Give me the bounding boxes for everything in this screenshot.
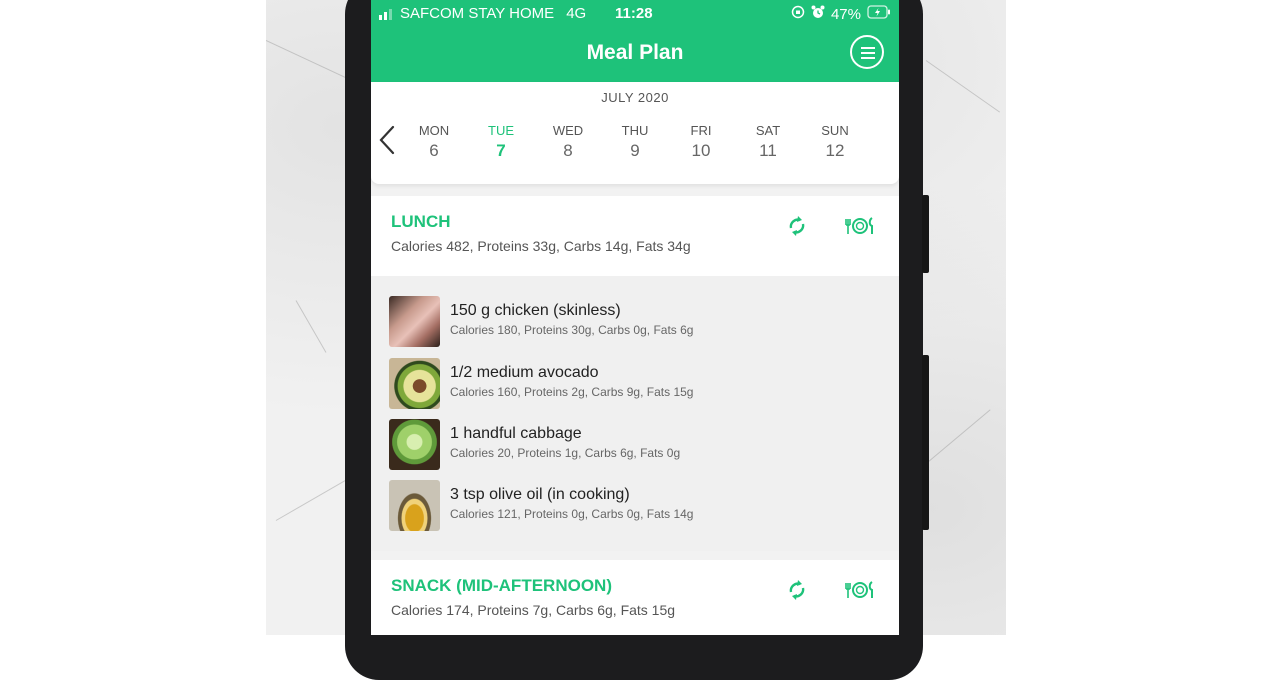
meal-title: LUNCH <box>391 212 451 231</box>
month-label: JULY 2020 <box>601 90 669 105</box>
day-date: 8 <box>563 141 573 160</box>
list-item[interactable]: 1 handful cabbage Calories 20, Proteins … <box>389 419 889 471</box>
refresh-icon[interactable] <box>781 574 813 606</box>
list-item[interactable]: 1/2 medium avocado Calories 160, Protein… <box>389 358 889 410</box>
refresh-icon[interactable] <box>781 210 813 242</box>
meal-summary: Calories 174, Proteins 7g, Carbs 6g, Fat… <box>391 602 676 618</box>
list-item[interactable]: 150 g chicken (skinless) Calories 180, P… <box>389 296 889 348</box>
day-name: SAT <box>755 123 781 138</box>
plate-cutlery-icon[interactable] <box>843 574 877 606</box>
avocado-image <box>389 358 440 409</box>
day-date: 10 <box>691 141 711 160</box>
day-name: THU <box>621 123 649 138</box>
meal-summary: Calories 482, Proteins 33g, Carbs 14g, F… <box>391 238 691 254</box>
day-name: SUN <box>821 123 849 138</box>
carrier-label: SAFCOM STAY HOME <box>400 5 555 22</box>
day-fri[interactable]: FRI 10 <box>671 123 731 161</box>
item-macros: Calories 180, Proteins 30g, Carbs 0g, Fa… <box>450 323 694 337</box>
item-name: 1 handful cabbage <box>450 425 582 442</box>
meal-section-snack: SNACK (MID-AFTERNOON) Calories 174, Prot… <box>371 560 899 635</box>
list-item[interactable]: 3 tsp olive oil (in cooking) Calories 12… <box>389 480 889 532</box>
week-calendar: JULY 2020 MON 6 TUE 7 WED 8 THU 9 FRI 10… <box>371 82 899 184</box>
day-date: 7 <box>496 141 506 160</box>
day-sun[interactable]: SUN 12 <box>805 123 865 161</box>
day-name: WED <box>552 123 584 138</box>
chevron-left-icon[interactable] <box>376 124 398 156</box>
app-header: SAFCOM STAY HOME 4G 11:28 47% Meal Plan <box>371 0 899 82</box>
day-name: FRI <box>690 123 712 138</box>
alarm-icon <box>811 5 825 23</box>
battery-label: 47% <box>830 5 861 23</box>
olive-oil-image <box>389 480 440 531</box>
signal-icon <box>379 8 392 20</box>
page-title: Meal Plan <box>586 41 684 64</box>
day-mon[interactable]: MON 6 <box>404 123 464 161</box>
battery-charging-icon <box>867 5 891 23</box>
day-date: 9 <box>630 141 640 160</box>
day-date: 11 <box>759 141 777 160</box>
item-name: 150 g chicken (skinless) <box>450 302 621 319</box>
status-bar: SAFCOM STAY HOME 4G 11:28 47% <box>371 5 899 23</box>
day-thu[interactable]: THU 9 <box>605 123 665 161</box>
meal-items-list: 150 g chicken (skinless) Calories 180, P… <box>371 276 899 551</box>
day-date: 6 <box>429 141 439 160</box>
chicken-image <box>389 296 440 347</box>
day-tue[interactable]: TUE 7 <box>471 123 531 161</box>
status-time: 11:28 <box>615 5 653 22</box>
meal-section-lunch: LUNCH Calories 482, Proteins 33g, Carbs … <box>371 196 899 286</box>
phone-side-button <box>922 355 929 530</box>
cabbage-image <box>389 419 440 470</box>
lock-rotation-icon <box>791 5 805 23</box>
hamburger-menu-icon[interactable] <box>850 35 884 69</box>
item-macros: Calories 20, Proteins 1g, Carbs 6g, Fats… <box>450 446 681 460</box>
plate-cutlery-icon[interactable] <box>843 210 877 242</box>
phone-side-button <box>922 195 929 273</box>
meal-title: SNACK (MID-AFTERNOON) <box>391 576 612 595</box>
network-label: 4G <box>566 5 587 22</box>
item-name: 1/2 medium avocado <box>450 364 599 381</box>
day-name: TUE <box>488 123 514 138</box>
day-name: MON <box>418 123 450 138</box>
app-screen: SAFCOM STAY HOME 4G 11:28 47% Meal Plan <box>371 0 899 635</box>
item-macros: Calories 121, Proteins 0g, Carbs 0g, Fat… <box>450 507 694 521</box>
item-name: 3 tsp olive oil (in cooking) <box>450 486 630 503</box>
day-sat[interactable]: SAT 11 <box>738 123 798 161</box>
item-macros: Calories 160, Proteins 2g, Carbs 9g, Fat… <box>450 385 694 399</box>
day-date: 12 <box>825 141 845 160</box>
day-wed[interactable]: WED 8 <box>538 123 598 161</box>
